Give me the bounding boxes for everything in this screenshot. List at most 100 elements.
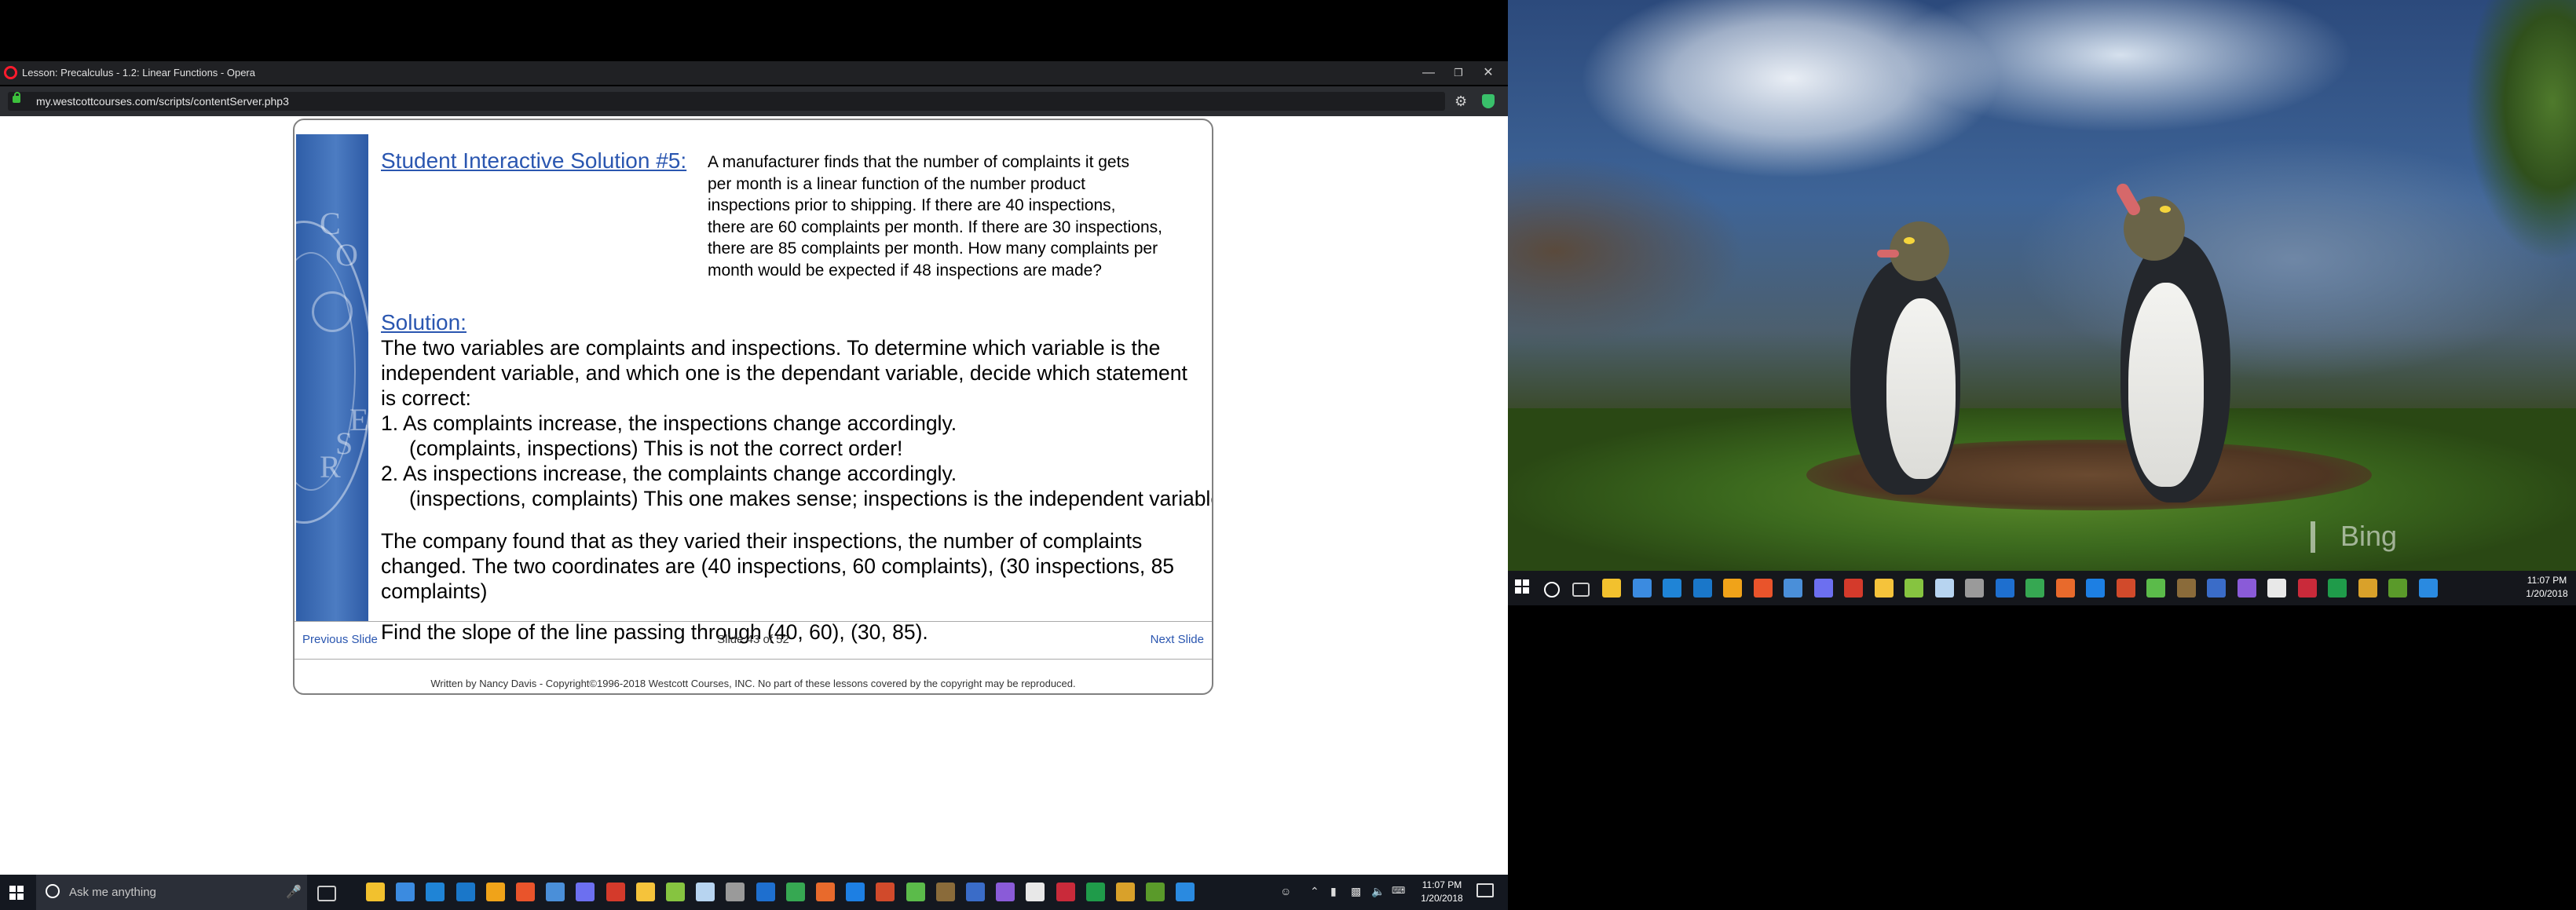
pinned-app-icon[interactable] <box>485 883 505 901</box>
pinned-app-icon[interactable] <box>1026 883 1045 901</box>
start-button[interactable] <box>1514 579 1533 598</box>
bing-watermark: Bing <box>2340 520 2398 552</box>
show-hidden-icons[interactable]: ⌃ <box>1310 885 1319 898</box>
pinned-app-icon[interactable] <box>1176 883 1195 901</box>
pinned-app-icon[interactable] <box>2025 579 2044 598</box>
pinned-app-icon[interactable] <box>1995 579 2014 598</box>
pinned-app-icon[interactable] <box>2055 579 2075 598</box>
pinned-app-icon[interactable] <box>1056 883 1075 901</box>
battery-icon[interactable]: ▮ <box>1330 885 1337 898</box>
pinned-app-icon[interactable] <box>546 883 565 901</box>
pinned-app-icon[interactable] <box>1723 579 1742 598</box>
pinned-app-icon[interactable] <box>606 883 625 901</box>
pinned-app-icon[interactable] <box>2418 579 2438 598</box>
pinned-app-icon[interactable] <box>1965 579 1984 598</box>
start-button[interactable] <box>0 875 36 910</box>
option-2-note: (inspections, complaints) This one makes… <box>409 487 1213 510</box>
pinned-app-icon[interactable] <box>1632 579 1652 598</box>
volume-icon[interactable]: 🔈 <box>1371 885 1385 898</box>
previous-slide-link[interactable]: Previous Slide <box>302 633 378 646</box>
right-monitor: Bing 11:07 PM 1/20/2018 <box>1508 0 2576 910</box>
option-2: 2. As inspections increase, the complain… <box>381 462 957 485</box>
pinned-app-icon[interactable] <box>756 883 775 901</box>
student-interactive-solution-link[interactable]: Student Interactive Solution #5: <box>381 148 686 174</box>
company-line: The company found that as they varied th… <box>381 529 1143 553</box>
network-icon[interactable]: ▩ <box>1351 885 1361 898</box>
problem-line: inspections prior to shipping. If there … <box>708 196 1116 214</box>
pinned-app-icon[interactable] <box>1085 883 1105 901</box>
minimize-icon[interactable]: — <box>1414 63 1444 83</box>
pinned-app-icon[interactable] <box>696 883 715 901</box>
pinned-app-icon[interactable] <box>2116 579 2135 598</box>
pinned-app-icon[interactable] <box>2176 579 2196 598</box>
company-line: complaints) <box>381 579 488 603</box>
pinned-app-icon[interactable] <box>2358 579 2377 598</box>
pinned-app-icon[interactable] <box>1784 579 1802 598</box>
pinned-app-icon[interactable] <box>1692 579 1712 598</box>
pinned-app-icon[interactable] <box>1813 579 1833 598</box>
next-slide-link[interactable]: Next Slide <box>1151 633 1204 646</box>
pinned-app-icon[interactable] <box>876 883 895 901</box>
pinned-app-icon[interactable] <box>576 883 595 901</box>
pinned-app-icon[interactable] <box>666 883 685 901</box>
pinned-app-icon[interactable] <box>2146 579 2165 598</box>
penguin-left-belly <box>1886 298 1956 479</box>
clock-time: 11:07 PM <box>2527 575 2567 586</box>
vpn-shield-icon[interactable] <box>1482 94 1495 108</box>
pinned-app-icon[interactable] <box>396 883 415 901</box>
task-view-icon[interactable] <box>317 886 336 901</box>
pinned-app-icon[interactable] <box>2388 579 2407 598</box>
pinned-app-icon[interactable] <box>1844 579 1863 598</box>
problem-line: per month is a linear function of the nu… <box>708 174 1085 193</box>
microphone-icon[interactable]: 🎤 <box>286 884 302 900</box>
solution-link[interactable]: Solution: <box>381 310 467 335</box>
pinned-app-icon[interactable] <box>456 883 475 901</box>
pinned-app-icon[interactable] <box>2328 579 2347 598</box>
taskbar-clock[interactable]: 11:07 PM 1/20/2018 <box>1414 879 1470 905</box>
pinned-app-icon[interactable] <box>785 883 805 901</box>
cortana-icon[interactable] <box>1544 582 1560 598</box>
copyright-notice: Written by Nancy Davis - Copyright©1996-… <box>430 678 1076 689</box>
pinned-app-icon[interactable] <box>846 883 865 901</box>
pinned-app-icon[interactable] <box>816 883 835 901</box>
pinned-app-icon[interactable] <box>2267 579 2286 598</box>
pinned-app-icon[interactable] <box>426 883 445 901</box>
cortana-search-box[interactable]: Ask me anything 🎤 <box>36 875 307 910</box>
settings-gear-icon[interactable]: ⚙ <box>1454 93 1467 110</box>
pinned-app-icon[interactable] <box>906 883 925 901</box>
pinned-app-icon[interactable] <box>1905 579 1923 598</box>
restore-icon[interactable]: ❐ <box>1444 63 1473 83</box>
browser-titlebar: Lesson: Precalculus - 1.2: Linear Functi… <box>0 61 1508 85</box>
cortana-icon <box>46 884 60 898</box>
secondary-taskbar-clock[interactable]: 11:07 PM 1/20/2018 <box>2519 574 2574 601</box>
input-language-icon[interactable]: ⌨ <box>1392 885 1405 896</box>
pinned-app-icon[interactable] <box>1116 883 1135 901</box>
pinned-app-icon[interactable] <box>2207 579 2226 598</box>
lesson-frame: C O R S E Student Interactive Solution #… <box>293 119 1213 695</box>
pinned-app-icon[interactable] <box>726 883 745 901</box>
close-icon[interactable]: ✕ <box>1473 63 1503 83</box>
option-1-note: (complaints, inspections) This is not th… <box>409 437 903 460</box>
search-placeholder: Ask me anything <box>69 886 156 899</box>
people-icon[interactable]: ☺ <box>1280 885 1291 897</box>
pinned-app-icon[interactable] <box>1753 579 1773 598</box>
pinned-app-icon[interactable] <box>1934 579 1954 598</box>
pinned-app-icon[interactable] <box>366 883 385 901</box>
pinned-app-icon[interactable] <box>935 883 955 901</box>
pinned-app-icon[interactable] <box>516 883 535 901</box>
task-view-icon[interactable] <box>1572 583 1590 597</box>
problem-line: month would be expected if 48 inspection… <box>708 261 1102 280</box>
pinned-app-icon[interactable] <box>2237 579 2256 598</box>
pinned-app-icon[interactable] <box>1874 579 1894 598</box>
action-center-icon[interactable] <box>1476 883 1494 897</box>
pinned-app-icon[interactable] <box>635 883 655 901</box>
slide-counter: Slide 43 of 52 <box>717 633 789 646</box>
pinned-app-icon[interactable] <box>1146 883 1165 901</box>
url-field[interactable]: my.westcottcourses.com/scripts/contentSe… <box>8 92 1445 111</box>
pinned-app-icon[interactable] <box>1602 579 1621 598</box>
pinned-app-icon[interactable] <box>966 883 985 901</box>
pinned-app-icon[interactable] <box>2086 579 2105 598</box>
pinned-app-icon[interactable] <box>996 883 1015 901</box>
pinned-app-icon[interactable] <box>1663 579 1681 598</box>
pinned-app-icon[interactable] <box>2297 579 2317 598</box>
